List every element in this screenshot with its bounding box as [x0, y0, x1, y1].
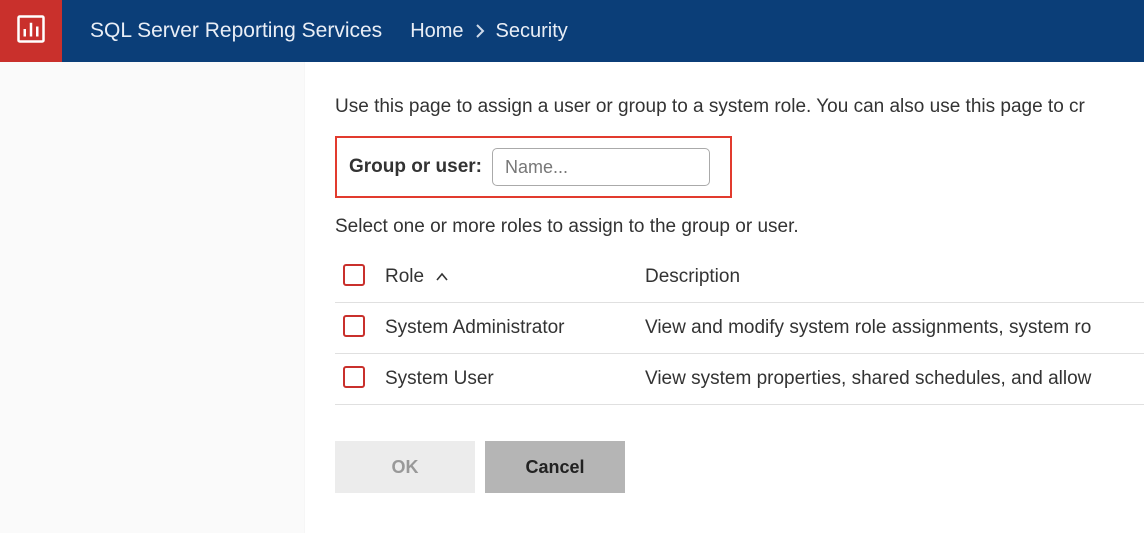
app-logo[interactable]: [0, 0, 62, 62]
sidebar: [0, 62, 305, 533]
role-description: View system properties, shared schedules…: [645, 368, 1144, 390]
app-title[interactable]: SQL Server Reporting Services: [90, 19, 382, 43]
action-buttons: OK Cancel: [335, 441, 1144, 493]
role-checkbox[interactable]: [343, 366, 365, 388]
table-row: System Administrator View and modify sys…: [335, 303, 1144, 354]
group-user-label: Group or user:: [349, 156, 482, 178]
header-bar: SQL Server Reporting Services Home Secur…: [0, 0, 1144, 62]
breadcrumb-home[interactable]: Home: [410, 20, 463, 43]
group-user-input[interactable]: [492, 148, 710, 186]
chevron-right-icon: [474, 23, 486, 39]
role-description: View and modify system role assignments,…: [645, 317, 1144, 339]
breadcrumb-current: Security: [496, 20, 568, 43]
breadcrumb: Home Security: [410, 20, 568, 43]
intro-text: Use this page to assign a user or group …: [335, 96, 1144, 118]
column-description-label: Description: [645, 266, 740, 287]
column-description-header[interactable]: Description: [645, 266, 1144, 288]
roles-table-header: Role Description: [335, 252, 1144, 303]
sort-asc-icon: [435, 272, 449, 282]
cancel-button[interactable]: Cancel: [485, 441, 625, 493]
main-content: Use this page to assign a user or group …: [305, 62, 1144, 533]
role-checkbox[interactable]: [343, 315, 365, 337]
group-user-highlight: Group or user:: [335, 136, 732, 198]
column-role-header[interactable]: Role: [385, 266, 645, 288]
role-name: System Administrator: [385, 317, 645, 339]
role-name: System User: [385, 368, 645, 390]
ok-button[interactable]: OK: [335, 441, 475, 493]
bar-chart-icon: [16, 14, 46, 48]
column-role-label: Role: [385, 266, 424, 287]
roles-table: Role Description System Administrator Vi…: [335, 252, 1144, 405]
select-all-checkbox[interactable]: [343, 264, 365, 286]
select-roles-text: Select one or more roles to assign to th…: [335, 216, 1144, 238]
table-row: System User View system properties, shar…: [335, 354, 1144, 405]
